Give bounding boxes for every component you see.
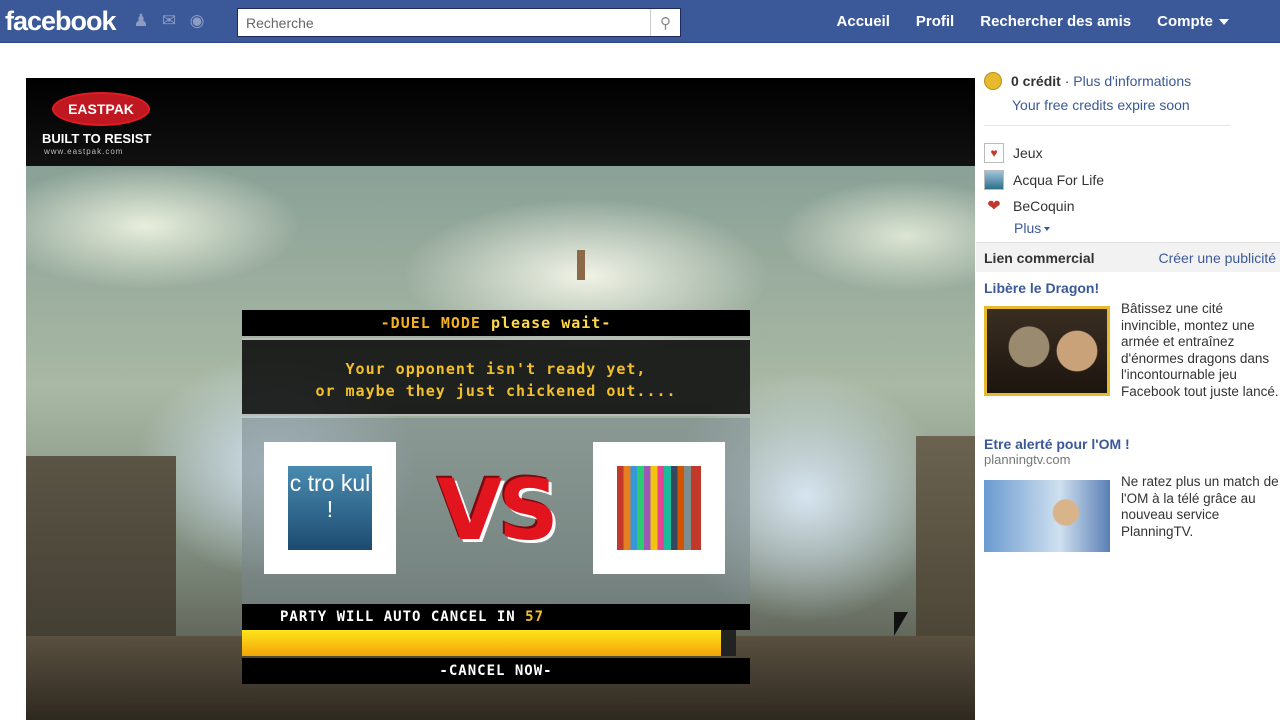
nav-profil[interactable]: Profil (916, 13, 954, 30)
ad-text: Ne ratez plus un match de l'OM à la télé… (1121, 474, 1279, 539)
ad-image[interactable] (984, 480, 1110, 552)
credits-separator: · (1060, 73, 1074, 89)
search-input[interactable] (238, 9, 650, 36)
facebook-logo[interactable]: facebook (5, 6, 117, 37)
duel-message-line2: or maybe they just chickened out.... (315, 382, 677, 400)
divider (984, 125, 1230, 126)
nav-compte[interactable]: Compte (1157, 13, 1229, 30)
player-avatar-image: c tro kul ! (288, 466, 372, 550)
duel-title-suffix: please wait- (490, 314, 612, 332)
app-label: Acqua For Life (1013, 171, 1105, 188)
search-icon[interactable]: ⚲ (650, 9, 680, 36)
friends-icon[interactable]: ♟ (130, 11, 152, 31)
ads-header-title: Lien commercial (984, 249, 1095, 266)
notifications-icon[interactable]: ◉ (186, 11, 208, 31)
game-header: EASTPAK BUILT TO RESIST www.eastpak.com (26, 78, 975, 166)
app-label: Jeux (1013, 145, 1043, 162)
ad-title[interactable]: Etre alerté pour l'OM ! (984, 436, 1280, 452)
player-avatar[interactable]: c tro kul ! (264, 442, 396, 574)
ship-mast (577, 250, 585, 280)
chevron-down-icon (1219, 19, 1229, 26)
more-apps-link[interactable]: Plus (1014, 220, 1244, 236)
ad-image[interactable] (984, 306, 1110, 396)
duel-dialog: -DUEL MODE please wait- Your opponent is… (242, 310, 750, 684)
ad-text: Bâtissez une cité invincible, montez une… (1121, 301, 1279, 399)
credits-line: 0 crédit · Plus d'informations (1011, 73, 1191, 89)
duel-message: Your opponent isn't ready yet, or maybe … (242, 338, 750, 416)
create-ad-link[interactable]: Créer une publicité (1158, 250, 1276, 266)
duel-title: -DUEL MODE please wait- (242, 310, 750, 336)
countdown-label: PARTY WILL AUTO CANCEL IN (280, 609, 516, 625)
jewel-icons: ♟ ✉ ◉ (130, 11, 208, 31)
app-item-acqua[interactable]: Acqua For Life (984, 167, 1244, 194)
app-item-jeux[interactable]: ♥ Jeux (984, 140, 1244, 167)
app-item-becoquin[interactable]: ❤ BeCoquin (984, 193, 1244, 220)
brand-url: www.eastpak.com (44, 147, 124, 156)
countdown-progress-fill (242, 630, 722, 656)
acqua-icon (984, 169, 1004, 190)
ad-om[interactable]: Etre alerté pour l'OM ! planningtv.com N… (984, 436, 1280, 552)
apps-list: ♥ Jeux Acqua For Life ❤ BeCoquin Plus (984, 140, 1244, 236)
game-canvas[interactable]: EASTPAK BUILT TO RESIST www.eastpak.com … (26, 78, 975, 720)
opponent-avatar[interactable] (593, 442, 725, 574)
top-nav: Accueil Profil Rechercher des amis Compt… (811, 0, 1229, 43)
mouse-cursor-icon (894, 612, 908, 636)
credits-coin-icon (984, 72, 1002, 90)
countdown-progress-bar (242, 630, 736, 656)
eastpak-logo[interactable]: EASTPAK (52, 92, 150, 126)
opponent-avatar-image (617, 466, 701, 550)
duel-title-prefix: -DUEL MODE (380, 314, 481, 332)
vs-label: VS (437, 461, 559, 559)
app-label: BeCoquin (1013, 198, 1075, 215)
countdown-text: PARTY WILL AUTO CANCEL IN 57 (242, 604, 750, 630)
top-bar: facebook ♟ ✉ ◉ ⚲ Accueil Profil Recherch… (0, 0, 1280, 43)
cancel-now-button[interactable]: -CANCEL NOW- (242, 658, 750, 684)
credits-expire-link[interactable]: Your free credits expire soon (1012, 97, 1190, 113)
becoquin-icon: ❤ (987, 198, 1001, 216)
credits-count: 0 crédit (1011, 73, 1061, 89)
nav-compte-label: Compte (1157, 13, 1213, 30)
more-label: Plus (1014, 219, 1042, 236)
ad-dragon[interactable]: Libère le Dragon! Bâtissez une cité invi… (984, 280, 1280, 399)
credits-info-link[interactable]: Plus d'informations (1073, 73, 1191, 89)
chevron-down-icon (1044, 226, 1051, 231)
messages-icon[interactable]: ✉ (158, 11, 180, 31)
countdown-value: 57 (525, 609, 545, 625)
ads-header: Lien commercial Créer une publicité (976, 242, 1280, 272)
brand-tagline: BUILT TO RESIST (42, 131, 152, 146)
duel-players: c tro kul ! VS (242, 418, 750, 604)
ad-title[interactable]: Libère le Dragon! (984, 280, 1280, 296)
duel-message-line1: Your opponent isn't ready yet, (345, 360, 647, 378)
ad-domain: planningtv.com (984, 452, 1071, 467)
jeux-icon: ♥ (984, 143, 1004, 164)
nav-find-friends[interactable]: Rechercher des amis (980, 13, 1131, 30)
search-box: ⚲ (237, 8, 681, 37)
nav-accueil[interactable]: Accueil (837, 13, 890, 30)
